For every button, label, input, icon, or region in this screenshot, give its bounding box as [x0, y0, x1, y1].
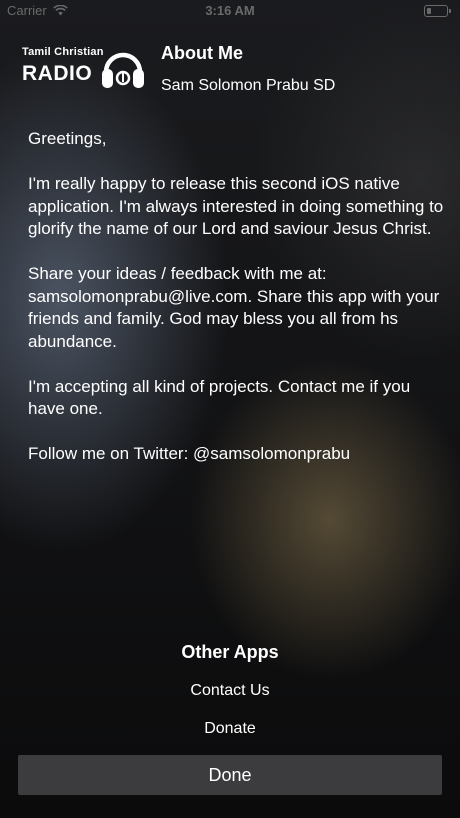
donate-link[interactable]: Donate	[0, 720, 460, 738]
author-name: Sam Solomon Prabu SD	[161, 77, 336, 94]
contact-us-link[interactable]: Contact Us	[0, 682, 460, 700]
status-bar: Carrier 3:16 AM	[0, 0, 460, 24]
projects-paragraph: I'm accepting all kind of projects. Cont…	[28, 376, 411, 419]
greeting-paragraph: Greetings,	[28, 129, 107, 148]
logo-text-line1: Tamil Christian	[22, 46, 104, 58]
done-button[interactable]: Done	[18, 755, 442, 795]
headphone-icon	[100, 42, 146, 97]
twitter-paragraph: Follow me on Twitter: @samsolomonprabu	[28, 444, 351, 463]
about-text: Greetings, I'm really happy to release t…	[28, 128, 448, 488]
battery-icon	[424, 5, 451, 17]
feedback-paragraph: Share your ideas / feedback with me at: …	[28, 264, 440, 351]
page-title: About Me	[161, 43, 243, 63]
intro-paragraph: I'm really happy to release this second …	[28, 174, 444, 238]
status-time: 3:16 AM	[205, 3, 255, 18]
logo-text-line2: RADIO	[22, 62, 93, 85]
app-logo: Tamil Christian RADIO	[20, 40, 148, 96]
other-apps-link[interactable]: Other Apps	[0, 642, 460, 663]
